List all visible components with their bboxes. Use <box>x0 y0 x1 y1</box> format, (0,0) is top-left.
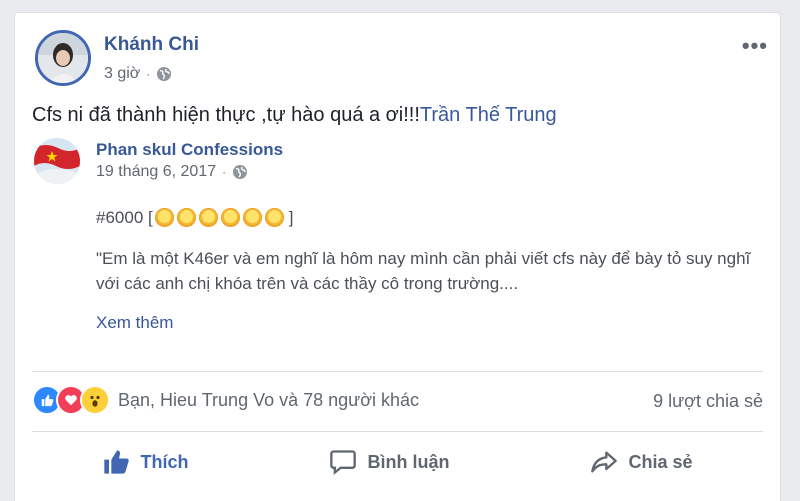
shared-excerpt: "Em là một K46er và em nghĩ là hôm nay m… <box>96 249 751 293</box>
avatar-photo <box>38 33 88 83</box>
sun-emoji-row <box>154 208 287 227</box>
post-card: Khánh Chi 3 giờ · ••• Cfs ni đã thành hi… <box>14 12 781 501</box>
sun-emoji-icon <box>176 208 196 227</box>
comment-icon <box>330 450 357 475</box>
tagged-user-link[interactable]: Trần Thế Trung <box>420 104 557 126</box>
page-avatar[interactable] <box>34 138 80 184</box>
reaction-text[interactable]: Bạn, Hieu Trung Vo và 78 người khác <box>118 390 419 411</box>
sun-emoji-icon <box>264 208 284 227</box>
sun-emoji-icon <box>198 208 218 227</box>
sun-emoji-icon <box>220 208 240 227</box>
action-bar: Thích Bình luận Chia sẻ <box>32 442 763 482</box>
comment-button[interactable]: Bình luận <box>313 442 465 482</box>
post-number-close: ] <box>288 208 294 227</box>
page-avatar-image <box>34 138 80 184</box>
reaction-summary[interactable]: Bạn, Hieu Trung Vo và 78 người khác <box>32 385 419 415</box>
meta-separator: · <box>146 67 151 81</box>
divider <box>32 371 763 372</box>
share-button[interactable]: Chia sẻ <box>574 442 708 482</box>
post-time[interactable]: 3 giờ <box>104 65 140 83</box>
like-label: Thích <box>140 451 189 472</box>
sun-emoji-icon <box>242 208 262 227</box>
divider <box>32 431 763 432</box>
share-count[interactable]: 9 lượt chia sẻ <box>653 391 763 412</box>
post-text-body: Cfs ni đã thành hiện thực ,tự hào quá a … <box>32 104 420 126</box>
shared-page-name[interactable]: Phan skul Confessions <box>96 140 283 160</box>
sun-emoji-icon <box>154 208 174 227</box>
shared-meta: 19 tháng 6, 2017 · <box>96 163 248 181</box>
globe-icon[interactable] <box>156 66 172 82</box>
post-meta: 3 giờ · <box>104 65 172 83</box>
author-name[interactable]: Khánh Chi <box>104 34 199 56</box>
post-number: #6000 [ <box>96 208 153 227</box>
wow-icon <box>80 385 110 415</box>
see-more-link[interactable]: Xem thêm <box>96 310 766 335</box>
thumbs-up-icon <box>104 450 130 474</box>
like-button[interactable]: Thích <box>86 442 204 482</box>
share-label: Chia sẻ <box>628 451 693 472</box>
comment-label: Bình luận <box>367 451 450 472</box>
more-options-icon[interactable]: ••• <box>742 33 768 59</box>
post-text: Cfs ni đã thành hiện thực ,tự hào quá a … <box>32 104 557 127</box>
author-avatar[interactable] <box>35 30 91 86</box>
share-icon <box>591 451 618 473</box>
shared-meta-separator: · <box>222 165 227 179</box>
shared-date[interactable]: 19 tháng 6, 2017 <box>96 163 216 181</box>
post-number-line: #6000 [ ] <box>96 205 766 230</box>
shared-post-body: #6000 [ ] "Em là một K46er và em nghĩ là… <box>96 205 766 335</box>
globe-icon[interactable] <box>232 164 248 180</box>
